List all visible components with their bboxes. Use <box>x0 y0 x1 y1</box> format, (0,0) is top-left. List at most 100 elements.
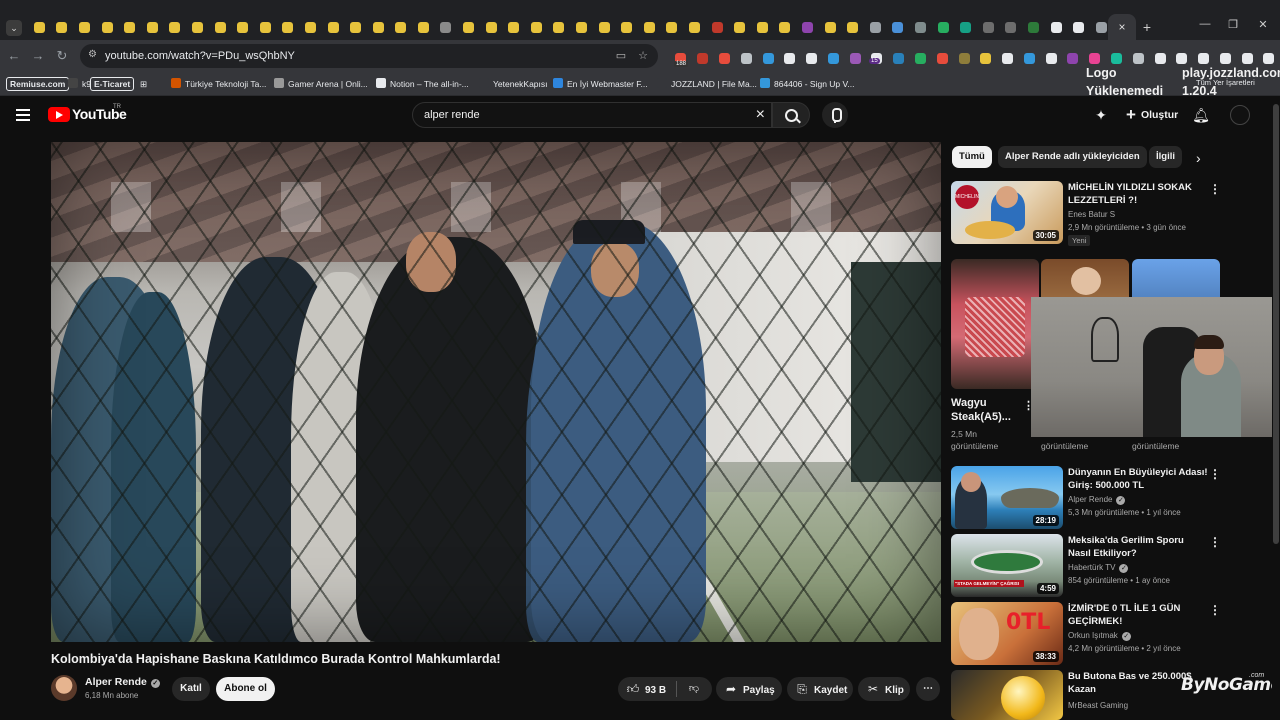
join-button[interactable]: Katıl <box>172 677 210 701</box>
browser-tab[interactable] <box>322 14 345 40</box>
recommendation-item[interactable]: 0TL 38:33 İZMİR'DE 0 TL İLE 1 GÜN GEÇİRM… <box>951 602 1226 666</box>
save-button[interactable]: ⎘ Kaydet <box>787 677 853 701</box>
cast-icon[interactable]: ▭ <box>614 49 628 63</box>
account-avatar[interactable] <box>1230 105 1250 125</box>
recommendation-title[interactable]: Dünyanın En Büyüleyici Adası! Giriş: 500… <box>1068 466 1208 492</box>
video-player[interactable] <box>51 142 941 642</box>
browser-tab[interactable] <box>231 14 254 40</box>
browser-tab[interactable] <box>209 14 232 40</box>
extension-icon[interactable] <box>1171 50 1193 66</box>
video-thumbnail[interactable]: 28:19 <box>951 466 1063 529</box>
search-button[interactable] <box>772 102 810 128</box>
bookmark-turkiye-teknoloji[interactable]: Türkiye Teknoloji Ta... <box>171 77 266 91</box>
active-tab[interactable]: × <box>1108 14 1136 40</box>
extension-icon[interactable] <box>1193 50 1215 66</box>
bookmark-eticaret[interactable]: E-Ticaret <box>90 77 135 91</box>
create-button[interactable]: + Oluştur <box>1118 102 1186 128</box>
share-button[interactable]: ➦ Paylaş <box>716 677 782 701</box>
bookmark-star-icon[interactable]: ☆ <box>636 49 650 63</box>
like-count[interactable]: 93 B <box>645 685 666 696</box>
browser-tab[interactable] <box>909 14 932 40</box>
browser-tab[interactable] <box>390 14 413 40</box>
extension-icon[interactable] <box>997 50 1019 66</box>
extension-icon[interactable] <box>953 50 975 66</box>
new-tab-button[interactable]: + <box>1136 14 1158 40</box>
more-vert-icon[interactable]: ⋮ <box>1209 181 1221 197</box>
browser-tab[interactable] <box>751 14 774 40</box>
browser-tab[interactable] <box>841 14 864 40</box>
browser-tab[interactable] <box>728 14 751 40</box>
like-icon[interactable]: 👍︎ <box>626 677 640 701</box>
youtube-logo-icon[interactable] <box>48 107 70 122</box>
recommendation-item[interactable]: 28:19 Dünyanın En Büyüleyici Adası! Giri… <box>951 466 1226 530</box>
browser-tab[interactable] <box>887 14 910 40</box>
browser-tab[interactable] <box>774 14 797 40</box>
back-icon[interactable]: ← <box>6 48 22 64</box>
recommendation-title[interactable]: Meksika'da Gerilim Sporu Nasıl Etkiliyor… <box>1068 534 1208 560</box>
extension-icon[interactable] <box>1215 50 1237 66</box>
browser-tab[interactable] <box>796 14 819 40</box>
clip-button[interactable]: ✂ Klip <box>858 677 910 701</box>
recommendation-channel[interactable]: Habertürk TV ✓ <box>1068 563 1129 573</box>
browser-tab[interactable] <box>73 14 96 40</box>
browser-tab[interactable] <box>683 14 706 40</box>
extension-icon[interactable] <box>1062 50 1084 66</box>
bookmark-webmaster[interactable]: En İyi Webmaster F... <box>553 77 648 91</box>
browser-tab[interactable] <box>661 14 684 40</box>
recommendation-title[interactable]: MİCHELİN YILDIZLI SOKAK LEZZETLERİ ?! <box>1068 181 1208 207</box>
extension-icon[interactable] <box>1127 50 1149 66</box>
short-thumbnail[interactable] <box>951 259 1039 389</box>
browser-tab[interactable] <box>254 14 277 40</box>
video-thumbnail[interactable]: "STADA GELMEYİN" ÇAĞRISI 4:59 <box>951 534 1063 597</box>
scrollbar-thumb[interactable] <box>1273 104 1279 544</box>
bookmark-signup[interactable]: 864406 - Sign Up V... <box>760 77 855 91</box>
extension-icon[interactable] <box>801 50 823 66</box>
apps-grid-icon[interactable]: ⊞ <box>140 77 147 91</box>
recommendation-title[interactable]: İZMİR'DE 0 TL İLE 1 GÜN GEÇİRMEK! <box>1068 602 1208 628</box>
browser-tab[interactable] <box>615 14 638 40</box>
more-vert-icon[interactable]: ⋮ <box>1209 534 1221 550</box>
dislike-icon[interactable]: 👎︎ <box>684 677 704 701</box>
recommendation-item[interactable]: "STADA GELMEYİN" ÇAĞRISI 4:59 Meksika'da… <box>951 534 1226 598</box>
voice-search-button[interactable] <box>822 102 848 128</box>
chevron-right-icon[interactable]: › <box>1196 151 1210 165</box>
bookmark-jozzland[interactable]: JOZZLAND | File Ma... <box>657 77 757 91</box>
search-query[interactable]: alper rende <box>424 109 480 121</box>
extension-icon[interactable] <box>975 50 997 66</box>
browser-tab[interactable] <box>638 14 661 40</box>
extension-icon[interactable] <box>844 50 866 66</box>
browser-tab[interactable] <box>502 14 525 40</box>
bookmark-gamer-arena[interactable]: Gamer Arena | Onli... <box>274 77 368 91</box>
video-thumbnail[interactable] <box>951 670 1063 720</box>
more-actions-icon[interactable]: ⋯ <box>916 677 940 701</box>
url-text[interactable]: youtube.com/watch?v=PDu_wsQhbNY <box>105 50 295 62</box>
browser-tab[interactable] <box>118 14 141 40</box>
chip-all[interactable]: Tümü <box>952 146 992 168</box>
extension-icon[interactable] <box>779 50 801 66</box>
browser-tab[interactable] <box>141 14 164 40</box>
extension-icon[interactable] <box>931 50 953 66</box>
browser-tab[interactable] <box>593 14 616 40</box>
browser-tab[interactable] <box>1045 14 1068 40</box>
extension-icon[interactable] <box>1106 50 1128 66</box>
browser-tab[interactable] <box>457 14 480 40</box>
notifications-bell-icon[interactable]: 🔔︎ <box>1192 106 1210 124</box>
extension-icon[interactable] <box>1084 50 1106 66</box>
browser-tab[interactable] <box>28 14 51 40</box>
recommendation-channel[interactable]: Alper Rende ✓ <box>1068 495 1126 505</box>
more-vert-icon[interactable]: ⋮ <box>1209 466 1221 482</box>
bookmark-notion[interactable]: Notion – The all-in-... <box>376 77 469 91</box>
video-thumbnail[interactable]: MICHELIN 30:05 <box>951 181 1063 244</box>
extension-icon[interactable] <box>692 50 714 66</box>
extension-icon[interactable] <box>888 50 910 66</box>
extension-icon[interactable] <box>1019 50 1041 66</box>
clear-search-icon[interactable]: × <box>756 106 765 124</box>
bookmark-remiuse[interactable]: Remiuse.com <box>6 77 70 91</box>
close-window-icon[interactable]: ✕ <box>1248 18 1278 31</box>
recommendation-channel[interactable]: MrBeast Gaming <box>1068 701 1128 710</box>
tab-search-icon[interactable]: ⌄ <box>6 20 22 36</box>
minimize-icon[interactable]: — <box>1190 18 1220 30</box>
browser-tab[interactable] <box>367 14 390 40</box>
browser-tab[interactable] <box>819 14 842 40</box>
browser-tab[interactable] <box>51 14 74 40</box>
